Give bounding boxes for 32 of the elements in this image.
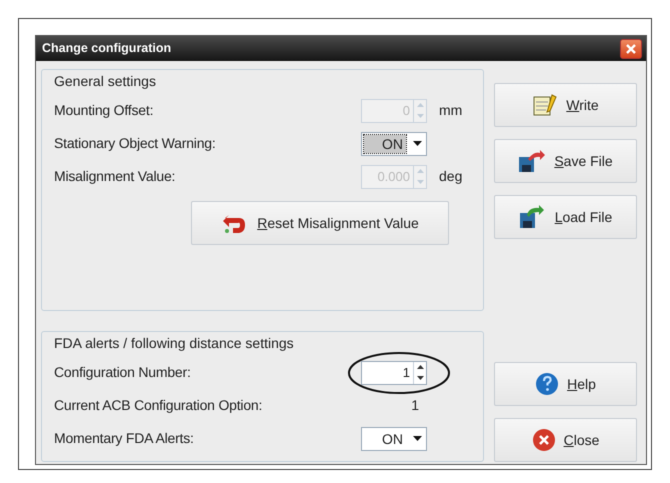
action-button[interactable]: Load File <box>494 195 637 239</box>
help-icon <box>535 372 560 396</box>
up-arrow-icon[interactable] <box>416 365 424 369</box>
field-label: Stationary Object Warning: <box>54 134 217 153</box>
close-icon <box>532 428 556 452</box>
floppy-arrow-icon <box>518 149 546 173</box>
notepad-icon <box>532 93 558 117</box>
field-label: Configuration Number: <box>54 363 192 382</box>
floppy-arrow-icon <box>518 205 547 229</box>
field-label: Misalignment Value: <box>54 167 176 186</box>
dropdown[interactable]: ON <box>361 426 427 450</box>
action-button[interactable]: Save File <box>494 139 637 183</box>
close-icon <box>625 42 637 54</box>
value-text: 1 <box>410 396 420 415</box>
group-title: General settings <box>54 73 158 90</box>
dropdown[interactable]: ON <box>361 132 427 156</box>
close-button[interactable] <box>620 38 642 58</box>
field-label: Momentary FDA Alerts: <box>54 429 195 448</box>
action-button[interactable]: Help <box>494 362 637 406</box>
caret-icon <box>412 141 422 146</box>
field-label: Mounting Offset: <box>54 101 154 120</box>
unit-label: deg <box>438 167 464 186</box>
window-title: Change configuration <box>42 40 172 58</box>
field-label: Current ACB Configuration Option: <box>54 396 264 415</box>
down-arrow-icon[interactable] <box>416 376 424 380</box>
action-button[interactable]: Close <box>494 418 637 462</box>
group-title: FDA alerts / following distance settings <box>54 335 296 352</box>
caret-icon <box>412 436 422 441</box>
unit-label: mm <box>438 101 464 120</box>
spinner-field[interactable]: 1 <box>361 360 427 384</box>
action-button[interactable]: Write <box>494 83 637 127</box>
reset-button[interactable]: Reset Misalignment Value <box>191 201 449 245</box>
